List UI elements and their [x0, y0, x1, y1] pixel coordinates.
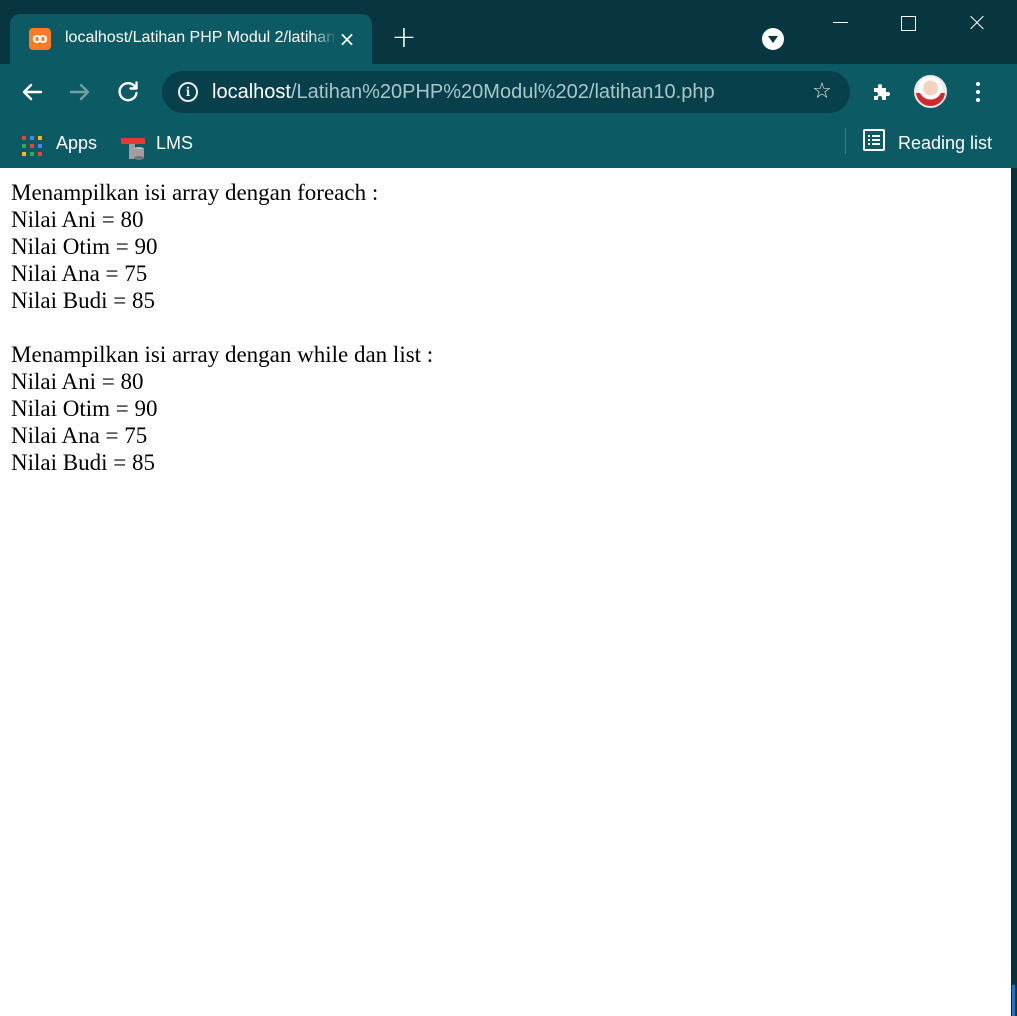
bookmark-star-icon[interactable]: ☆ — [810, 80, 834, 104]
profile-avatar[interactable] — [914, 75, 947, 108]
page-content: Menampilkan isi array dengan foreach : N… — [11, 179, 433, 476]
tab-search-icon[interactable] — [762, 28, 784, 50]
more-menu-icon[interactable] — [968, 80, 988, 104]
site-info-icon[interactable]: i — [178, 82, 198, 102]
browser-toolbar: i localhost/Latihan%20PHP%20Modul%202/la… — [0, 64, 1017, 120]
url-path: /Latihan%20PHP%20Modul%202/latihan10.php — [290, 81, 715, 103]
url-text[interactable]: localhost/Latihan%20PHP%20Modul%202/lati… — [212, 80, 715, 104]
bookmark-apps[interactable]: Apps — [0, 128, 110, 158]
foreach-line: Nilai Ani = 80 — [11, 207, 144, 232]
active-tab[interactable]: ꝏ localhost/Latihan PHP Modul 2/latihan1… — [10, 14, 372, 64]
url-host: localhost — [212, 81, 291, 103]
foreach-heading: Menampilkan isi array dengan foreach : — [11, 180, 379, 205]
reload-icon[interactable] — [114, 78, 142, 106]
bookmark-label: LMS — [156, 133, 194, 153]
close-window-button[interactable] — [953, 0, 999, 44]
reading-list-icon — [863, 129, 885, 151]
close-tab-icon[interactable]: × — [336, 28, 358, 50]
while-line: Nilai Ana = 75 — [11, 423, 148, 448]
apps-grid-icon — [22, 136, 42, 156]
reading-list-button[interactable]: Reading list — [855, 128, 1005, 158]
while-line: Nilai Otim = 90 — [11, 396, 158, 421]
minimize-button[interactable] — [817, 0, 863, 44]
new-tab-button[interactable]: + — [390, 23, 418, 53]
bookmarks-bar: Apps LMS Reading list — [0, 120, 1017, 168]
maximize-button[interactable] — [885, 0, 931, 44]
foreach-line: Nilai Ana = 75 — [11, 261, 148, 286]
lms-icon — [120, 136, 146, 160]
reading-list-label: Reading list — [898, 133, 993, 153]
window-edge-accent — [1012, 985, 1015, 1016]
back-arrow-icon[interactable] — [18, 78, 46, 106]
foreach-line: Nilai Budi = 85 — [11, 288, 155, 313]
extensions-puzzle-icon[interactable] — [870, 80, 894, 104]
forward-arrow-icon[interactable] — [66, 78, 94, 106]
window-edge — [1011, 168, 1017, 1016]
bookmark-label: Apps — [56, 133, 98, 153]
foreach-line: Nilai Otim = 90 — [11, 234, 158, 259]
while-line: Nilai Budi = 85 — [11, 450, 155, 475]
tab-title: localhost/Latihan PHP Modul 2/latihan10.… — [65, 29, 337, 46]
bookmarks-divider — [845, 128, 846, 154]
address-bar[interactable]: i localhost/Latihan%20PHP%20Modul%202/la… — [162, 71, 850, 113]
while-heading: Menampilkan isi array dengan while dan l… — [11, 342, 434, 367]
xampp-favicon-icon: ꝏ — [29, 28, 51, 50]
while-line: Nilai Ani = 80 — [11, 369, 144, 394]
bookmark-lms[interactable]: LMS — [112, 128, 202, 160]
title-bar: ꝏ localhost/Latihan PHP Modul 2/latihan1… — [0, 0, 1017, 64]
